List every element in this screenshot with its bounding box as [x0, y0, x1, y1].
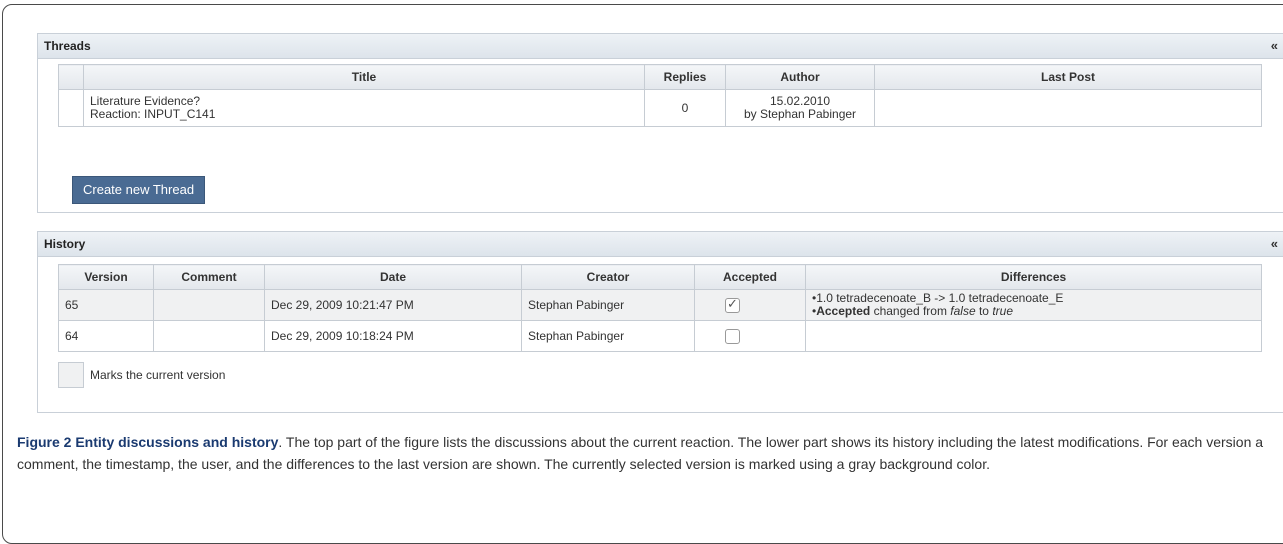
history-differences	[805, 320, 1262, 352]
caption-label: Figure 2 Entity discussions and history	[17, 434, 279, 450]
history-version: 65	[58, 289, 154, 321]
table-row[interactable]: 64 Dec 29, 2009 10:18:24 PM Stephan Pabi…	[58, 320, 1262, 352]
difference-text: 1.0 tetradecenoate_B -> 1.0 tetradecenoa…	[816, 291, 1064, 305]
figure-frame: Threads « Title Replies Author Last Post…	[2, 4, 1283, 544]
history-col-comment[interactable]: Comment	[153, 264, 265, 290]
difference-old-value: false	[950, 304, 976, 318]
threads-panel: Threads « Title Replies Author Last Post…	[37, 33, 1283, 213]
threads-col-last-post[interactable]: Last Post	[874, 64, 1262, 90]
current-version-legend: Marks the current version	[90, 368, 226, 382]
accepted-checkbox[interactable]	[725, 296, 740, 313]
history-comment	[153, 320, 265, 352]
difference-field: Accepted	[816, 304, 871, 318]
difference-change: changed from	[870, 304, 951, 318]
history-col-accepted[interactable]: Accepted	[694, 264, 806, 290]
history-comment	[153, 289, 265, 321]
history-date: Dec 29, 2009 10:21:47 PM	[264, 289, 522, 321]
threads-table-header: Title Replies Author Last Post	[58, 64, 1262, 90]
thread-title-cell[interactable]: Literature Evidence? Reaction: INPUT_C14…	[83, 89, 645, 127]
history-col-version[interactable]: Version	[58, 264, 154, 290]
differences-list: 1.0 tetradecenoate_B -> 1.0 tetradecenoa…	[812, 292, 1255, 318]
figure-caption: Figure 2 Entity discussions and history.…	[17, 431, 1277, 475]
difference-to: to	[975, 304, 993, 318]
table-row[interactable]: Literature Evidence? Reaction: INPUT_C14…	[58, 89, 1262, 127]
threads-table: Title Replies Author Last Post Literatur…	[58, 64, 1262, 127]
history-creator: Stephan Pabinger	[521, 289, 695, 321]
history-table-header: Version Comment Date Creator Accepted Di…	[58, 264, 1262, 290]
history-creator: Stephan Pabinger	[521, 320, 695, 352]
current-version-swatch	[58, 362, 84, 388]
history-title: History	[44, 237, 86, 251]
history-accepted-cell	[694, 320, 806, 352]
history-panel: History « Version Comment Date Creator A…	[37, 231, 1283, 413]
thread-replies: 0	[644, 89, 726, 127]
history-differences: 1.0 tetradecenoate_B -> 1.0 tetradecenoa…	[805, 289, 1262, 321]
history-col-date[interactable]: Date	[264, 264, 522, 290]
thread-author-name: by Stephan Pabinger	[743, 107, 857, 121]
threads-col-title[interactable]: Title	[83, 64, 645, 90]
threads-col-author[interactable]: Author	[725, 64, 875, 90]
collapse-icon[interactable]: «	[1271, 38, 1278, 53]
difference-new-value: true	[992, 304, 1014, 318]
history-col-creator[interactable]: Creator	[521, 264, 695, 290]
threads-title: Threads	[44, 39, 91, 53]
thread-author-cell: 15.02.2010 by Stephan Pabinger	[725, 89, 875, 127]
difference-item: Accepted changed from false to true	[812, 305, 1255, 318]
history-date: Dec 29, 2009 10:18:24 PM	[264, 320, 522, 352]
history-header: History «	[38, 232, 1283, 257]
history-col-differences[interactable]: Differences	[805, 264, 1262, 290]
history-accepted-cell	[694, 289, 806, 321]
threads-header: Threads «	[38, 34, 1283, 59]
history-version: 64	[58, 320, 154, 352]
threads-select-column	[58, 64, 84, 90]
collapse-icon[interactable]: «	[1271, 236, 1278, 251]
thread-last-post	[874, 89, 1262, 127]
thread-subject: Reaction: INPUT_C141	[90, 107, 216, 121]
history-table: Version Comment Date Creator Accepted Di…	[58, 264, 1262, 352]
threads-col-replies[interactable]: Replies	[644, 64, 726, 90]
accepted-checkbox[interactable]	[725, 328, 740, 344]
create-thread-button[interactable]: Create new Thread	[72, 176, 206, 204]
thread-row-marker	[58, 89, 84, 127]
table-row[interactable]: 65 Dec 29, 2009 10:21:47 PM Stephan Pabi…	[58, 289, 1262, 321]
